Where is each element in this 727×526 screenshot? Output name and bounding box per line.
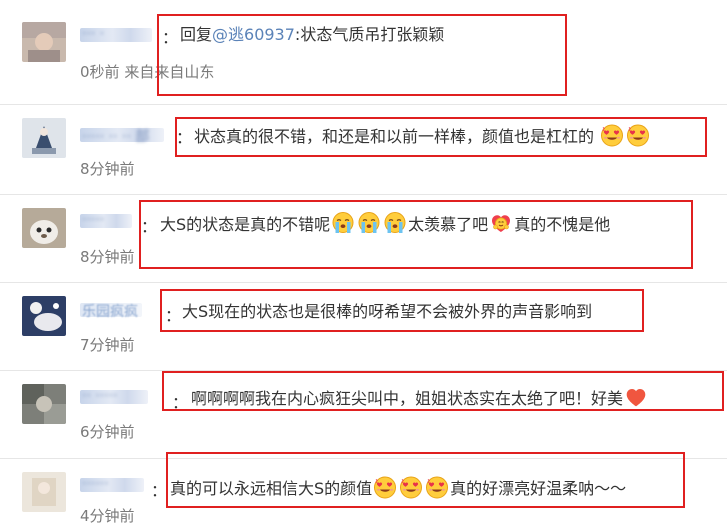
timestamp: 8分钟前 [80, 248, 135, 266]
avatar[interactable] [22, 384, 66, 424]
highlight-box [162, 371, 724, 411]
timestamp: 4分钟前 [80, 507, 135, 525]
timestamp: 8分钟前 [80, 160, 135, 178]
highlight-box [175, 117, 707, 157]
avatar[interactable] [22, 118, 66, 158]
username-text: 乐园疯疯 [82, 304, 138, 320]
highlight-box [160, 289, 644, 332]
highlight-box [157, 14, 567, 96]
username-text: ····· [82, 212, 105, 228]
highlight-box [139, 200, 693, 269]
colon-separator: ： [151, 481, 168, 500]
timestamp: 6分钟前 [80, 423, 135, 441]
avatar[interactable] [22, 208, 66, 248]
avatar[interactable] [22, 472, 66, 512]
row-divider [0, 282, 727, 283]
timestamp: 7分钟前 [80, 336, 135, 354]
avatar[interactable] [22, 296, 66, 336]
highlight-box [166, 452, 685, 508]
username-text: ····· ·· ·· 部 [82, 129, 150, 145]
avatar[interactable] [22, 22, 66, 62]
username-text: ······ [82, 476, 109, 492]
username-text: ··· · [82, 26, 105, 42]
username-text: ·· ····· [82, 388, 118, 404]
row-divider [0, 194, 727, 195]
timestamp: 0秒前 [80, 63, 120, 81]
row-divider [0, 104, 727, 105]
